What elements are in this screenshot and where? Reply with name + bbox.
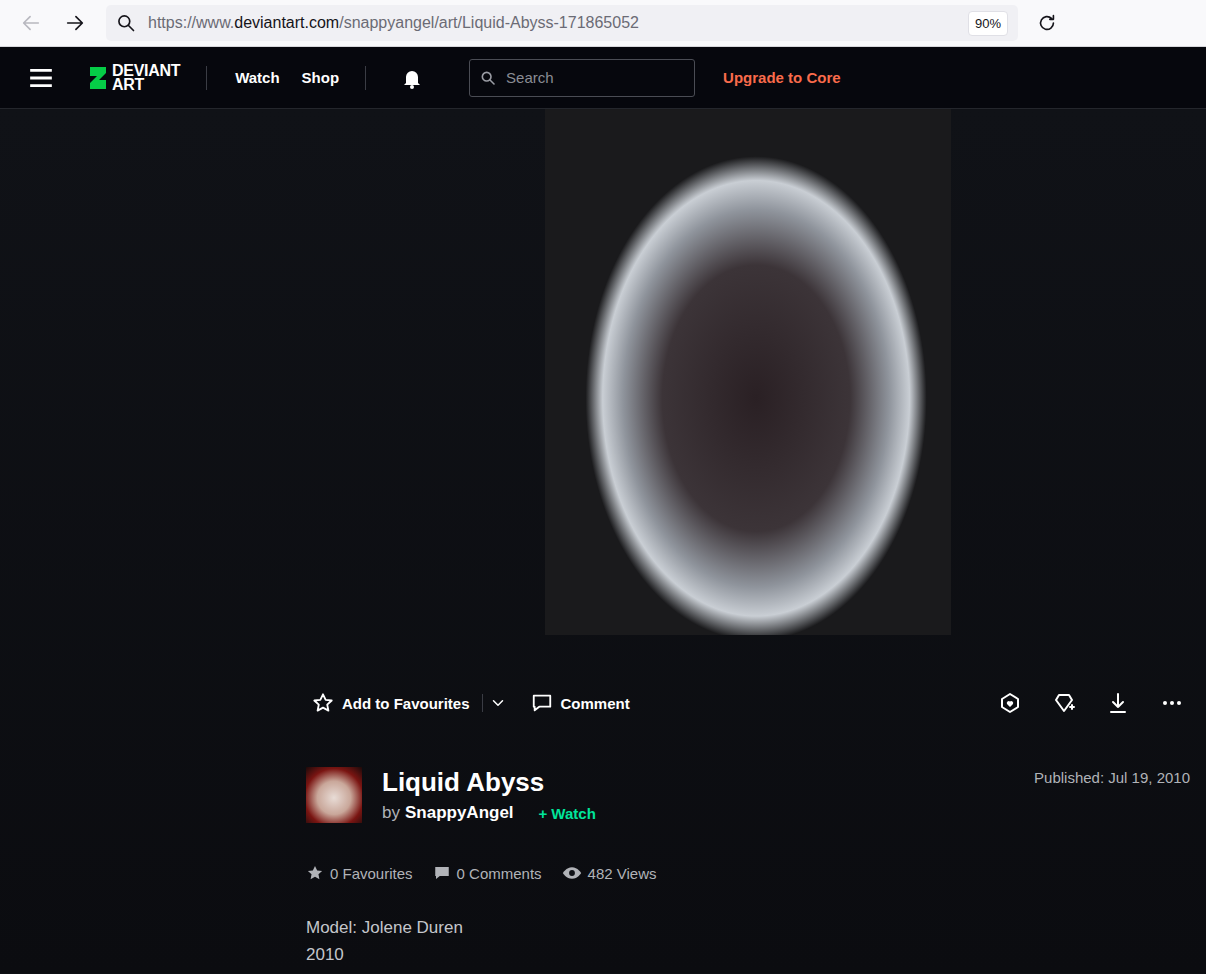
url-text: https://www.deviantart.com/snappyangel/a… xyxy=(148,14,956,32)
url-domain: deviantart.com xyxy=(234,14,339,31)
views-stat: 482 Views xyxy=(562,863,657,883)
search-icon xyxy=(116,13,136,33)
more-icon[interactable] xyxy=(1160,691,1184,715)
favourite-label[interactable]: Add to Favourites xyxy=(342,695,470,712)
comments-count: 0 Comments xyxy=(457,865,542,882)
author-avatar[interactable] xyxy=(306,767,362,823)
comments-stat: 0 Comments xyxy=(433,863,542,883)
star-icon xyxy=(306,864,324,882)
divider xyxy=(365,66,366,90)
search-box[interactable] xyxy=(469,59,695,97)
artwork-photo[interactable] xyxy=(545,109,951,635)
author-link[interactable]: SnappyAngel xyxy=(405,803,514,823)
nav-link[interactable]: Shop xyxy=(302,69,340,86)
zoom-badge[interactable]: 90% xyxy=(968,11,1008,36)
points-gem-icon[interactable] xyxy=(1052,691,1076,715)
back-arrow-icon[interactable] xyxy=(20,12,42,34)
download-icon[interactable] xyxy=(1106,691,1130,715)
stats-row: 0 Favourites 0 Comments 482 Views xyxy=(306,863,1190,883)
description-line: Model: Jolene Duren xyxy=(306,914,1190,941)
comment-icon xyxy=(433,864,451,882)
forward-arrow-icon[interactable] xyxy=(64,12,86,34)
main-content: Add to Favourites Comment Liquid Abyss bySn… xyxy=(0,109,1206,973)
browser-toolbar: https://www.deviantart.com/snappyangel/a… xyxy=(0,0,1206,47)
logo-line: DEVIANT xyxy=(112,64,180,78)
action-bar: Add to Favourites Comment xyxy=(306,683,1190,723)
favourite-button[interactable]: Add to Favourites xyxy=(312,692,470,714)
watch-label[interactable]: Watch xyxy=(551,805,595,822)
divider xyxy=(206,66,207,90)
favourites-stat: 0 Favourites xyxy=(306,863,413,883)
title-row: Liquid Abyss bySnappyAngel +Watch Published… xyxy=(306,767,1190,823)
deviation-title: Liquid Abyss xyxy=(382,767,596,797)
logo-line: ART xyxy=(112,78,180,92)
forward-button[interactable] xyxy=(62,10,88,36)
chevron-down-icon[interactable] xyxy=(489,694,507,712)
comment-icon[interactable] xyxy=(531,692,553,714)
deviation-column: Add to Favourites Comment Liquid Abyss bySn… xyxy=(306,109,1190,968)
site-navbar: DEVIANTART Watch Shop Upgrade to Core xyxy=(0,47,1206,109)
comment-button[interactable]: Comment xyxy=(531,692,630,714)
action-icons xyxy=(998,691,1184,715)
address-bar[interactable]: https://www.deviantart.com/snappyangel/a… xyxy=(106,5,1018,41)
back-button[interactable] xyxy=(18,10,44,36)
upgrade-link[interactable]: Upgrade to Core xyxy=(723,69,841,86)
watch-button[interactable]: +Watch xyxy=(539,805,596,822)
search-icon xyxy=(480,70,496,86)
plus-icon[interactable]: + xyxy=(539,805,548,822)
url-prefix: https://www. xyxy=(148,14,234,31)
deviantart-z-icon[interactable] xyxy=(86,63,110,93)
deviantart-logo[interactable]: DEVIANTART xyxy=(86,63,180,93)
search-input[interactable] xyxy=(504,68,684,87)
by-label: by xyxy=(382,803,400,823)
description: Model: Jolene Duren2010 xyxy=(306,914,1190,968)
bell-icon[interactable] xyxy=(400,66,424,90)
byline: bySnappyAngel +Watch xyxy=(382,803,596,823)
views-count: 482 Views xyxy=(588,865,657,882)
nav-link[interactable]: Watch xyxy=(235,69,279,86)
comment-label[interactable]: Comment xyxy=(561,695,630,712)
reload-button[interactable] xyxy=(1034,10,1060,36)
description-line: 2010 xyxy=(306,941,1190,968)
published-date: Published: Jul 19, 2010 xyxy=(1034,767,1190,786)
hamburger-menu-icon[interactable] xyxy=(28,65,54,91)
divider xyxy=(482,694,483,712)
badge-gift-icon[interactable] xyxy=(998,691,1022,715)
reload-icon[interactable] xyxy=(1036,12,1058,34)
star-icon[interactable] xyxy=(312,692,334,714)
favourites-count: 0 Favourites xyxy=(330,865,413,882)
url-path: /snappyangel/art/Liquid-Abyss-171865052 xyxy=(339,14,639,31)
eye-icon xyxy=(562,863,582,883)
